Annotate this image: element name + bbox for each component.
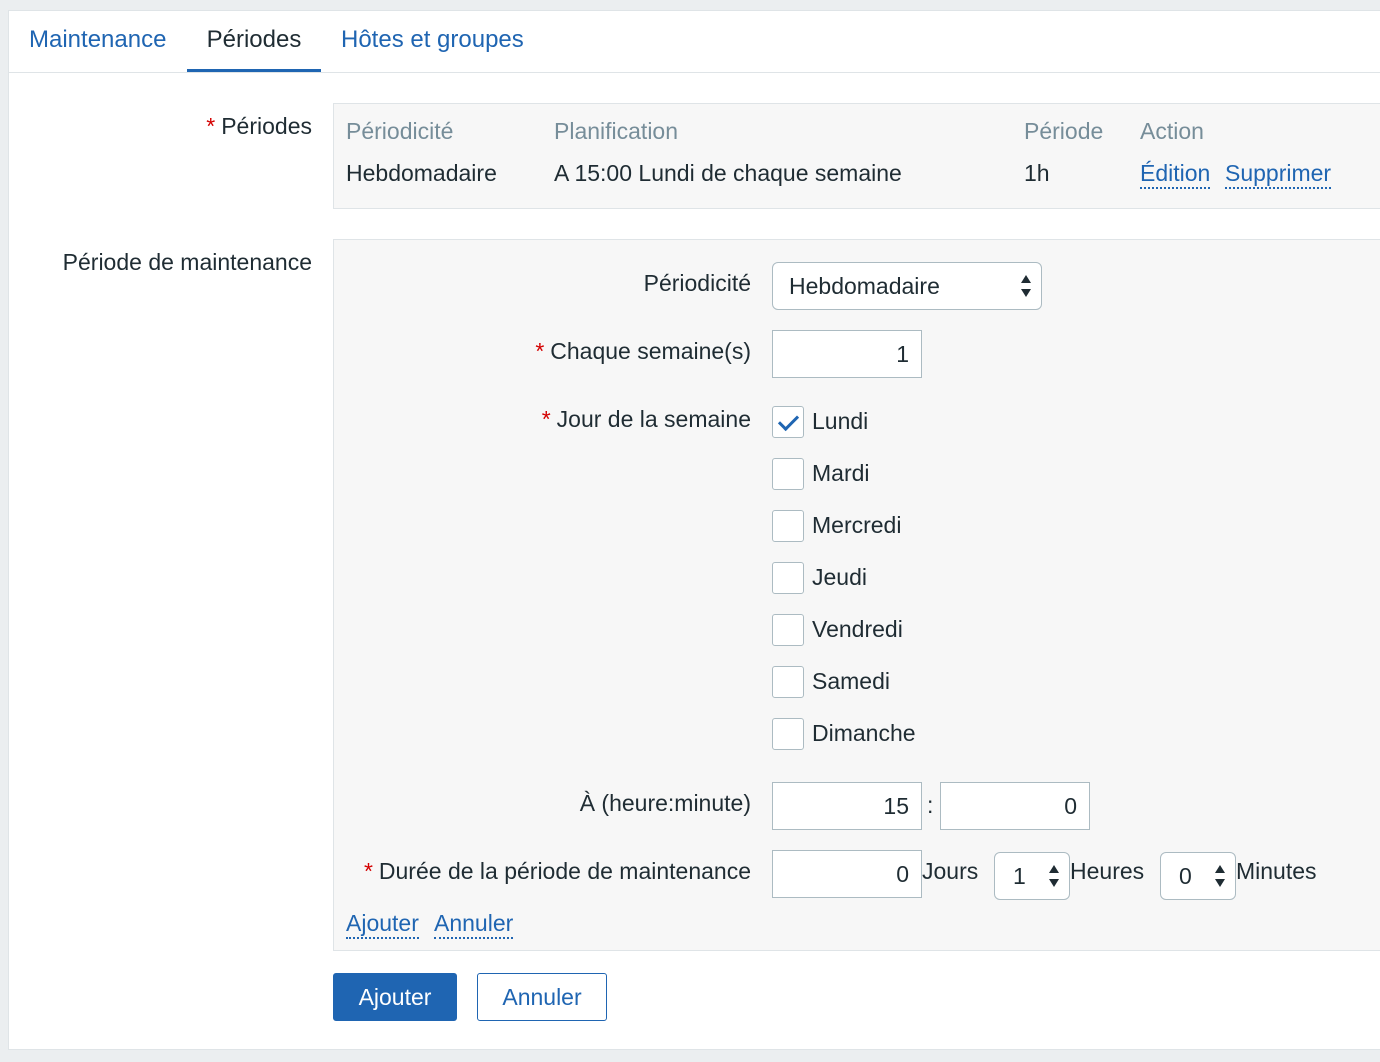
minutes-unit-label: Minutes — [1236, 858, 1317, 884]
periodicity-label: Périodicité — [643, 270, 751, 296]
day-label: Samedi — [812, 668, 890, 694]
checkbox[interactable] — [772, 406, 804, 438]
column-header-periodicity: Périodicité — [346, 118, 454, 144]
add-button[interactable]: Ajouter — [333, 973, 457, 1021]
tab-hosts-groups[interactable]: Hôtes et groupes — [341, 11, 524, 72]
checkbox[interactable] — [772, 510, 804, 542]
day-of-week-label: * Jour de la semaine — [541, 406, 751, 432]
time-separator: : — [927, 792, 934, 818]
every-week-input[interactable]: 1 — [772, 330, 922, 378]
tab-bar: Maintenance Périodes Hôtes et groupes — [9, 11, 1380, 73]
edit-link[interactable]: Édition — [1140, 160, 1211, 189]
day-label: Jeudi — [812, 564, 867, 590]
cancel-period-link[interactable]: Annuler — [434, 910, 514, 939]
column-header-action: Action — [1140, 118, 1204, 144]
hours-unit-label: Heures — [1070, 858, 1145, 884]
checkbox[interactable] — [772, 718, 804, 750]
select-arrows-icon — [1021, 275, 1031, 297]
minutes-selected-value: 0 — [1179, 863, 1192, 889]
hour-input[interactable]: 15 — [772, 782, 922, 830]
cancel-button[interactable]: Annuler — [477, 973, 607, 1021]
delete-link[interactable]: Supprimer — [1225, 160, 1332, 189]
days-unit-label: Jours — [922, 858, 979, 884]
duration-minutes-select[interactable]: 0 — [1160, 852, 1236, 900]
checkbox[interactable] — [772, 562, 804, 594]
maintenance-period-form: Périodicité Hebdomadaire * Chaque semaine… — [333, 239, 1380, 951]
duration-days-input[interactable]: 0 — [772, 850, 922, 898]
required-marker: * — [206, 113, 216, 139]
select-arrows-icon — [1049, 865, 1059, 887]
minute-input[interactable]: 0 — [940, 782, 1090, 830]
row-periodicity: Hebdomadaire — [346, 160, 497, 186]
day-label: Mercredi — [812, 512, 902, 538]
periods-table: Périodicité Planification Période Action… — [333, 103, 1380, 209]
duration-hours-select[interactable]: 1 — [994, 852, 1070, 900]
add-period-link[interactable]: Ajouter — [346, 910, 419, 939]
periodicity-select[interactable]: Hebdomadaire — [772, 262, 1042, 310]
maintenance-form-panel: Maintenance Périodes Hôtes et groupes * P… — [8, 10, 1380, 1050]
select-arrows-icon — [1215, 865, 1225, 887]
tab-periods[interactable]: Périodes — [187, 11, 321, 72]
day-label: Vendredi — [812, 616, 903, 642]
day-label: Dimanche — [812, 720, 916, 746]
row-schedule: A 15:00 Lundi de chaque semaine — [554, 160, 902, 186]
checkmark-icon — [777, 409, 800, 432]
hours-selected-value: 1 — [1013, 863, 1026, 889]
column-header-schedule: Planification — [554, 118, 679, 144]
checkbox[interactable] — [772, 458, 804, 490]
checkbox[interactable] — [772, 614, 804, 646]
checkbox[interactable] — [772, 666, 804, 698]
column-header-period: Période — [1024, 118, 1104, 144]
periods-label: * Périodes — [206, 113, 312, 139]
time-label: À (heure:minute) — [579, 790, 751, 816]
maintenance-period-label: Période de maintenance — [62, 249, 312, 275]
day-label: Lundi — [812, 408, 869, 434]
duration-label: * Durée de la période de maintenance — [363, 858, 751, 884]
day-label: Mardi — [812, 460, 870, 486]
row-period: 1h — [1024, 160, 1050, 186]
periodicity-selected-value: Hebdomadaire — [789, 273, 940, 299]
tab-maintenance[interactable]: Maintenance — [29, 11, 166, 72]
every-week-label: * Chaque semaine(s) — [535, 338, 751, 364]
